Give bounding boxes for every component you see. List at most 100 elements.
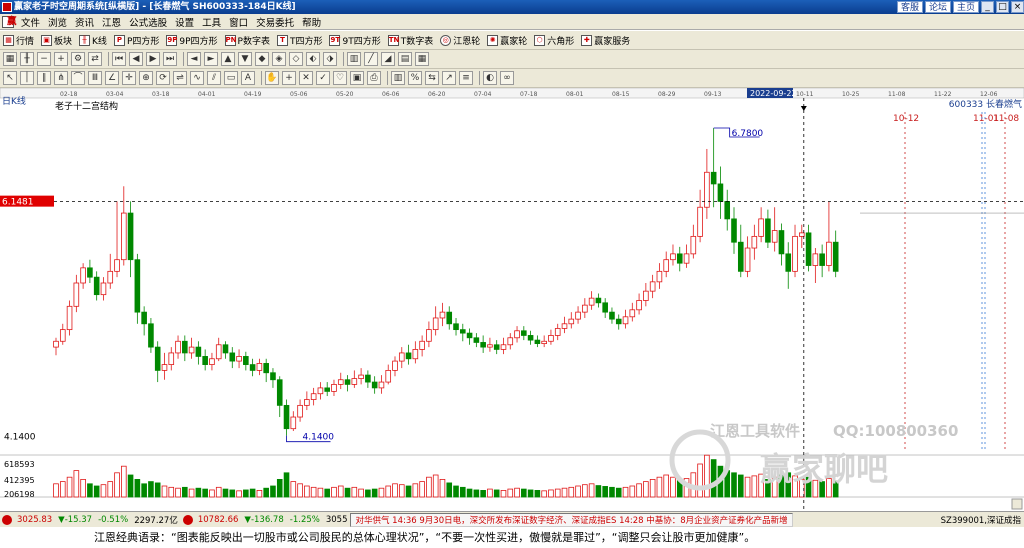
percent-icon[interactable]: % (408, 71, 422, 85)
trend-icon[interactable]: ↗ (442, 71, 456, 85)
link-icon[interactable]: ∞ (500, 71, 514, 85)
zoom-in-icon[interactable]: + (54, 52, 68, 66)
line-chart-icon[interactable]: ╱ (364, 52, 378, 66)
news-ticker[interactable]: 对华供气 14:36 9月30日电，深交所发布深证数字经济、深证成指ES 14:… (350, 512, 793, 527)
cycle-icon[interactable]: ⌒ (71, 71, 85, 85)
diamond-up-icon[interactable]: ◈ (272, 52, 286, 66)
menu-settings[interactable]: 设置 (171, 15, 198, 29)
menu-news[interactable]: 资讯 (71, 15, 98, 29)
app-menu-icon[interactable]: 赢 (2, 15, 17, 28)
diamond-right-icon[interactable]: ⬗ (323, 52, 337, 66)
parallel-line-icon[interactable]: ∥ (37, 71, 51, 85)
volume-bar (53, 483, 59, 498)
toolbar-p-square[interactable]: P P四方形 (113, 34, 159, 47)
zoom-out-icon[interactable]: − (37, 52, 51, 66)
channel-icon[interactable]: ⫽ (207, 71, 221, 85)
toolbar-service[interactable]: ✚ 赢家服务 (581, 34, 630, 47)
volume-bar (731, 472, 737, 498)
last-icon[interactable]: ⏭ (163, 52, 177, 66)
area-chart-icon[interactable]: ◢ (381, 52, 395, 66)
toolbar-9t-square[interactable]: 9T 9T四方形 (329, 34, 381, 47)
settings-icon[interactable]: ⚙ (71, 52, 85, 66)
menu-tools[interactable]: 工具 (198, 15, 225, 29)
arrow-right-icon[interactable]: ► (204, 52, 218, 66)
toolbar-t-square[interactable]: T T四方形 (276, 34, 322, 47)
save-icon[interactable]: ▣ (350, 71, 364, 85)
close-button[interactable]: × (1011, 1, 1024, 13)
minimize-button[interactable]: _ (981, 1, 994, 13)
candle-body (541, 340, 547, 345)
toolbar-9p-square[interactable]: 9P 9P四方形 (166, 34, 218, 47)
menu-trade[interactable]: 交易委托 (252, 15, 298, 29)
diamond-down-icon[interactable]: ◇ (289, 52, 303, 66)
grid-view-icon[interactable]: ▦ (3, 52, 17, 66)
ruler-icon[interactable]: ▥ (391, 71, 405, 85)
menu-help[interactable]: 帮助 (298, 15, 325, 29)
diamond-left-icon[interactable]: ⬖ (306, 52, 320, 66)
crosshair-icon[interactable]: ✛ (122, 71, 136, 85)
swap-icon[interactable]: ⇆ (425, 71, 439, 85)
next-icon[interactable]: ▶ (146, 52, 160, 66)
sh-index-value[interactable]: 3025.83 (14, 515, 55, 525)
toolbar-kline[interactable]: ╫ K线 (79, 34, 107, 47)
toolbar-gann-wheel[interactable]: ◎ 江恩轮 (440, 34, 480, 47)
volume-bar (480, 489, 486, 498)
menu-gann[interactable]: 江恩 (98, 15, 125, 29)
arrow-down-icon[interactable]: ▼ (238, 52, 252, 66)
toolbar-p-number[interactable]: PN P数字表 (224, 34, 270, 47)
menu-file[interactable]: 文件 (17, 15, 44, 29)
diamond-icon[interactable]: ◆ (255, 52, 269, 66)
plus-icon[interactable]: + (282, 71, 296, 85)
candle-body (154, 346, 161, 371)
layout-icon[interactable]: ▤ (398, 52, 412, 66)
fan-icon[interactable]: ⋔ (54, 71, 68, 85)
previous-icon[interactable]: ◀ (129, 52, 143, 66)
vertical-line-icon[interactable]: │ (20, 71, 34, 85)
mirror-icon[interactable]: ⇌ (173, 71, 187, 85)
volume-bar (215, 486, 222, 498)
fibonacci-icon[interactable]: Ⅲ (88, 71, 102, 85)
layers-icon[interactable]: ≡ (459, 71, 473, 85)
candlestick-view-icon[interactable]: ╫ (20, 52, 34, 66)
candle-body (405, 352, 412, 360)
customer-service-link[interactable]: 客服 (896, 1, 923, 13)
hand-icon[interactable]: ✋ (265, 71, 279, 85)
candle-body (337, 379, 344, 385)
scroll-up-button[interactable] (1011, 498, 1023, 510)
toolbar-t-number[interactable]: TN T数字表 (387, 34, 433, 47)
stock-code-status[interactable]: SZ399001,深证成指 (938, 514, 1024, 526)
home-link[interactable]: 主页 (952, 1, 979, 13)
bar-chart-icon[interactable]: ▥ (347, 52, 361, 66)
candle-body (175, 340, 181, 354)
text-icon[interactable]: A (241, 71, 255, 85)
menu-window[interactable]: 窗口 (225, 15, 252, 29)
table-icon[interactable]: ▦ (415, 52, 429, 66)
candle-body (690, 235, 697, 255)
toolbar-market[interactable]: ▦ 行情 (3, 34, 34, 47)
palette-icon[interactable]: ◐ (483, 71, 497, 85)
menu-browse[interactable]: 浏览 (44, 15, 71, 29)
print-icon[interactable]: ⎙ (367, 71, 381, 85)
heart-icon[interactable]: ♡ (333, 71, 347, 85)
wave-icon[interactable]: ∿ (190, 71, 204, 85)
rectangle-icon[interactable]: ▭ (224, 71, 238, 85)
rotate-icon[interactable]: ⟳ (156, 71, 170, 85)
maximize-button[interactable]: □ (996, 1, 1009, 13)
cursor-icon[interactable]: ↖ (3, 71, 17, 85)
volume-label-low: 206198 (4, 490, 35, 499)
toolbar-sectors[interactable]: ▣ 板块 (41, 34, 72, 47)
x-icon[interactable]: ✕ (299, 71, 313, 85)
toolbar-hexagon[interactable]: ⬡ 六角形 (534, 34, 574, 47)
first-icon[interactable]: ⏮ (112, 52, 126, 66)
compare-icon[interactable]: ⇄ (88, 52, 102, 66)
check-icon[interactable]: ✓ (316, 71, 330, 85)
arrow-up-icon[interactable]: ▲ (221, 52, 235, 66)
forum-link[interactable]: 论坛 (924, 1, 951, 13)
menu-formula[interactable]: 公式选股 (125, 15, 171, 29)
arrow-left-icon[interactable]: ◄ (187, 52, 201, 66)
target-icon[interactable]: ⊕ (139, 71, 153, 85)
angle-icon[interactable]: ∠ (105, 71, 119, 85)
sz-index-value[interactable]: 10782.66 (195, 515, 242, 525)
toolbar-winner-wheel[interactable]: ✺ 赢家轮 (487, 34, 527, 47)
kline-chart[interactable]: 02-18 03-04 03-18 04-01 04-19 05-06 05-20 06-06… (0, 88, 1024, 510)
